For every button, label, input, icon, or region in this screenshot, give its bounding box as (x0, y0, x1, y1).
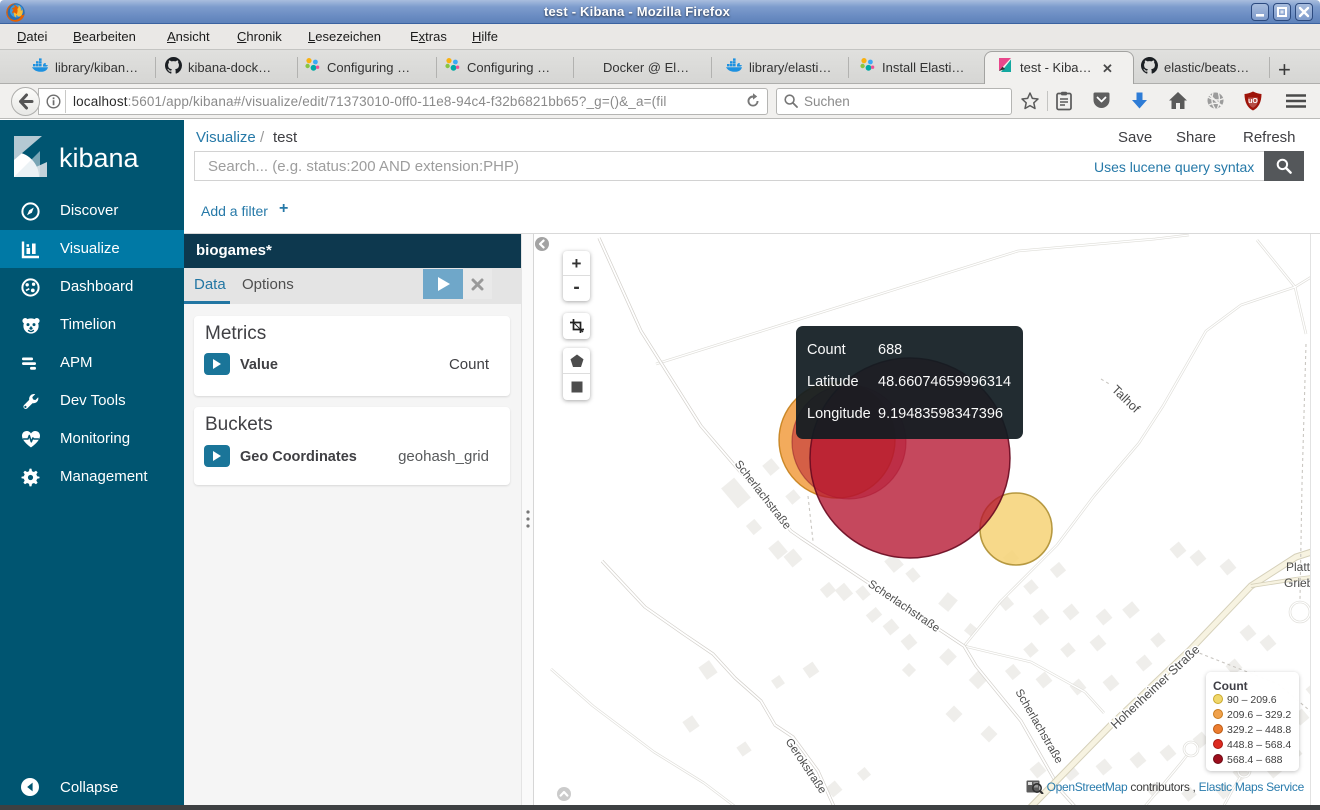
svg-text:Hohenheimer Straße: Hohenheimer Straße (1108, 642, 1202, 731)
svg-text:uO: uO (1248, 98, 1258, 105)
svg-text:Talhof: Talhof (1109, 383, 1143, 417)
svg-text:Scherlachstraße: Scherlachstraße (866, 578, 942, 635)
svg-text:Gerokstraße: Gerokstraße (783, 736, 829, 796)
